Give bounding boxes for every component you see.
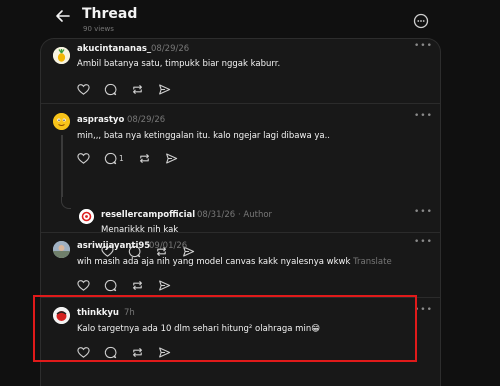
comment-icon[interactable] — [104, 345, 118, 359]
avatar[interactable] — [53, 113, 70, 130]
page-title: Thread — [82, 6, 138, 22]
translate-link[interactable]: Translate — [353, 257, 392, 267]
post-text: Ambil batanya satu, timpukk biar nggak k… — [77, 59, 281, 69]
comment-icon[interactable] — [104, 151, 118, 165]
post-date: 09/01/26 — [149, 241, 188, 251]
post-text: min,,, bata nya ketinggalan itu. kalo ng… — [77, 131, 331, 141]
post-text-content: wih masih ada aja nih yang model canvas … — [77, 257, 351, 267]
post-more-icon[interactable]: ••• — [414, 41, 433, 51]
repost-icon[interactable] — [131, 278, 145, 292]
post-more-icon[interactable]: ••• — [414, 305, 433, 315]
comment-icon[interactable] — [104, 82, 118, 96]
comment-icon[interactable] — [104, 278, 118, 292]
username[interactable]: resellercampofficial — [101, 210, 195, 220]
post-date: 08/31/26 — [197, 210, 236, 220]
more-options-circle-icon[interactable] — [413, 13, 429, 29]
username[interactable]: asriwijayanti95 — [77, 241, 150, 251]
like-icon[interactable] — [77, 151, 91, 165]
post-date: 08/29/26 — [127, 115, 166, 125]
like-icon[interactable] — [77, 82, 91, 96]
post-more-icon[interactable]: ••• — [414, 207, 433, 217]
avatar[interactable] — [53, 47, 70, 64]
post-actions: 1 — [77, 151, 192, 165]
thread-panel: akucintananas_ 08/29/26 ••• Ambil batany… — [40, 38, 441, 386]
reply-post: thinkkyu 7h ••• Kalo targetnya ada 10 dl… — [41, 297, 440, 386]
post-more-icon[interactable]: ••• — [414, 111, 433, 121]
avatar[interactable] — [53, 307, 70, 324]
repost-icon[interactable] — [131, 345, 145, 359]
thread-header: Thread 90 views — [0, 0, 500, 40]
reply-post: akucintananas_ 08/29/26 ••• Ambil batany… — [41, 39, 440, 101]
like-icon[interactable] — [77, 278, 91, 292]
share-icon[interactable] — [158, 278, 172, 292]
thread-line — [61, 135, 63, 197]
share-icon[interactable] — [158, 82, 172, 96]
username[interactable]: thinkkyu — [77, 308, 119, 318]
share-icon[interactable] — [165, 151, 179, 165]
post-actions — [77, 278, 185, 292]
post-actions — [77, 345, 185, 359]
like-icon[interactable] — [77, 345, 91, 359]
author-tag: · Author — [238, 210, 273, 220]
post-text: wih masih ada aja nih yang model canvas … — [77, 257, 392, 267]
reply-count: 1 — [119, 153, 124, 163]
post-text: Kalo targetnya ada 10 dlm sehari hitung²… — [77, 324, 321, 334]
view-count: 90 views — [83, 25, 114, 33]
repost-icon[interactable] — [131, 82, 145, 96]
username[interactable]: akucintananas_ — [77, 44, 151, 54]
repost-icon[interactable] — [138, 151, 152, 165]
avatar[interactable] — [79, 209, 94, 224]
post-date: 7h — [124, 308, 135, 318]
share-icon[interactable] — [158, 345, 172, 359]
back-arrow-icon[interactable] — [55, 8, 71, 24]
avatar[interactable] — [53, 241, 70, 258]
thread-connector — [61, 197, 71, 209]
reply-post: asriwijayanti95 09/01/26 ••• wih masih a… — [41, 232, 440, 302]
post-more-icon[interactable]: ••• — [414, 237, 433, 247]
post-actions — [77, 82, 185, 96]
post-date: 08/29/26 — [151, 44, 190, 54]
username[interactable]: asprastyo — [77, 115, 124, 125]
